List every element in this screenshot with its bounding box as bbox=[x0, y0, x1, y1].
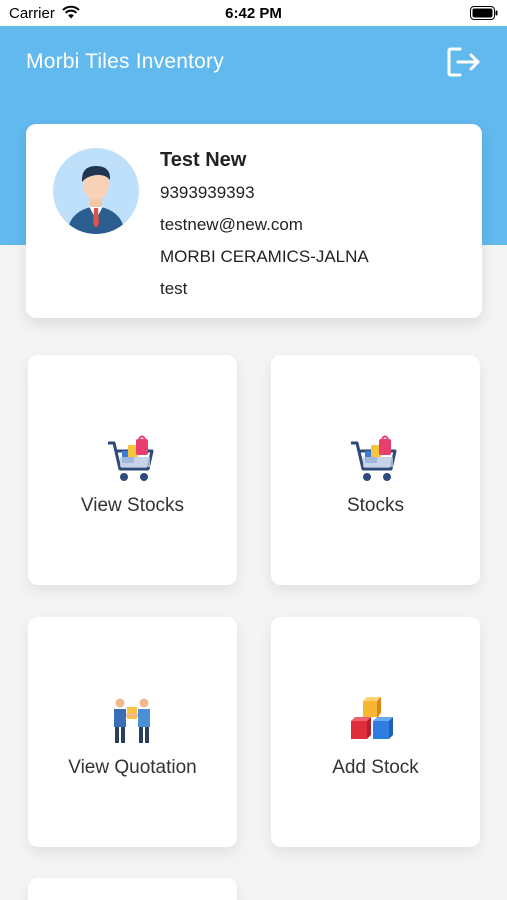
add-stock-tile[interactable]: Add Stock bbox=[271, 617, 480, 847]
shopping-cart-icon bbox=[351, 435, 397, 481]
clock: 6:42 PM bbox=[225, 5, 282, 22]
stocks-tile[interactable]: Stocks bbox=[271, 355, 480, 585]
boxes-icon bbox=[351, 697, 393, 739]
view-stocks-tile[interactable]: View Stocks bbox=[28, 355, 237, 585]
view-quotation-label: View Quotation bbox=[68, 757, 197, 778]
profile-phone: 9393939393 bbox=[160, 183, 255, 202]
view-stocks-label: View Stocks bbox=[80, 495, 185, 516]
profile-extra: test bbox=[160, 279, 188, 298]
status-bar: Carrier 6:42 PM bbox=[0, 0, 507, 26]
menu-tile-partial[interactable] bbox=[28, 878, 237, 900]
profile-company: MORBI CERAMICS-JALNA bbox=[160, 247, 369, 266]
stocks-label: Stocks bbox=[346, 495, 405, 516]
avatar bbox=[53, 148, 139, 234]
logout-button[interactable] bbox=[446, 46, 482, 78]
shopping-cart-icon bbox=[108, 435, 154, 481]
profile-email: testnew@new.com bbox=[160, 215, 303, 234]
profile-card: Test New 9393939393 testnew@new.com MORB… bbox=[26, 124, 482, 318]
people-exchange-icon bbox=[114, 698, 150, 743]
app-title: Morbi Tiles Inventory bbox=[26, 50, 224, 73]
battery-icon bbox=[470, 6, 498, 25]
logout-icon bbox=[447, 47, 480, 77]
profile-name: Test New bbox=[160, 149, 247, 171]
add-stock-label: Add Stock bbox=[332, 757, 419, 778]
view-quotation-tile[interactable]: View Quotation bbox=[28, 617, 237, 847]
